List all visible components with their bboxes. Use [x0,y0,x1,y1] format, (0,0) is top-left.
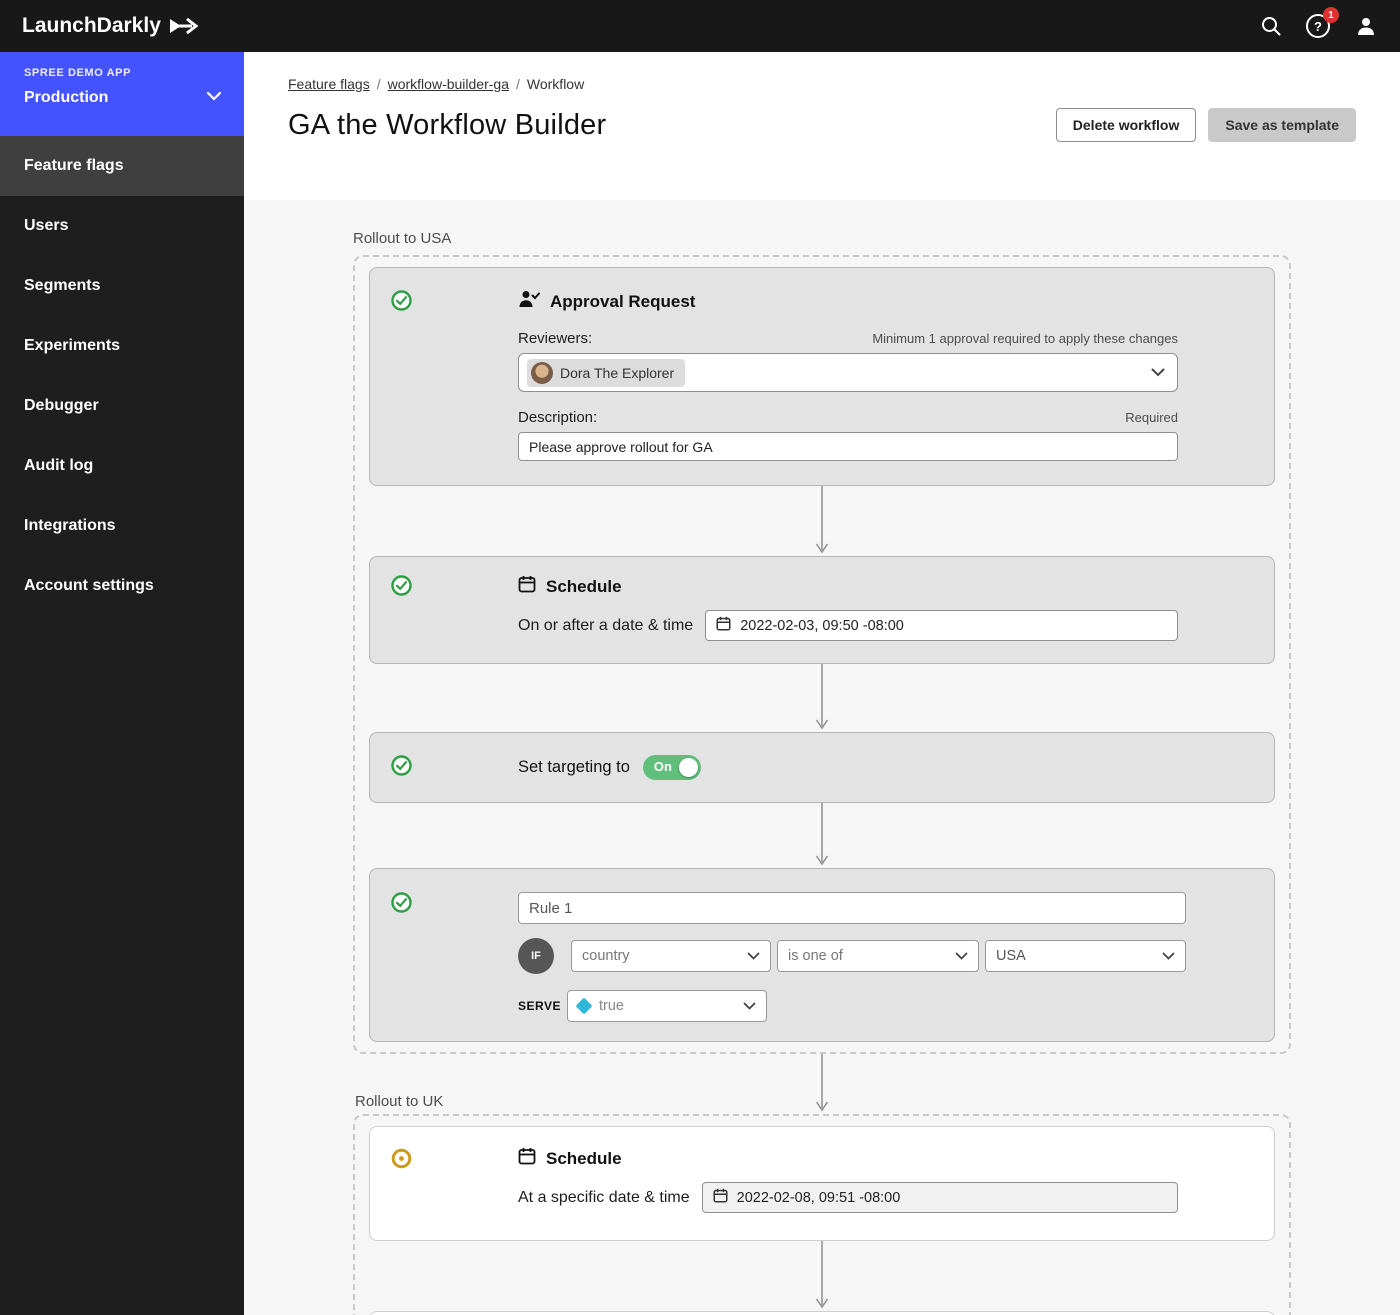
set-targeting-card[interactable]: Set targeting to On [369,732,1275,803]
breadcrumb-separator: / [376,76,381,92]
sidebar-item-segments[interactable]: Segments [0,256,244,316]
rule-attribute-value: country [582,948,630,964]
step-complete-check-icon [391,754,412,781]
workflow-connector-arrow [369,664,1275,732]
schedule-card-usa[interactable]: Schedule On or after a date & time 2022-… [369,556,1275,664]
sidebar-item-account-settings[interactable]: Account settings [0,556,244,616]
launchdarkly-logo-text: LaunchDarkly [22,14,161,37]
stage-container-usa: Approval Request Reviewers: Minimum 1 ap… [353,255,1291,1054]
rule-values-dropdown[interactable]: USA [985,940,1186,972]
rule-operator-value: is one of [788,948,843,964]
set-targeting-label: Set targeting to [518,758,630,776]
page-title: GA the Workflow Builder [288,108,607,141]
rule-name-input[interactable] [518,892,1186,924]
workflow-connector-arrow [369,1241,1275,1311]
chevron-down-icon [1162,948,1175,964]
search-icon[interactable] [1260,15,1282,37]
calendar-icon [716,616,731,635]
step-complete-check-icon [391,290,412,315]
launchdarkly-arrow-icon [168,14,200,38]
sidebar-item-feature-flags[interactable]: Feature flags [0,136,244,196]
rule-values-value: USA [996,948,1026,964]
variation-diamond-icon [575,997,593,1015]
rule-attribute-dropdown[interactable]: country [571,940,771,972]
serve-variation-dropdown[interactable]: true [567,990,767,1022]
step-complete-check-icon [391,892,412,917]
toggle-knob [678,758,698,777]
breadcrumb-workflow-builder-ga[interactable]: workflow-builder-ga [388,76,509,92]
user-account-icon[interactable] [1354,14,1378,38]
save-as-template-button[interactable]: Save as template [1208,108,1356,142]
description-label: Description: [518,409,598,426]
schedule-title: Schedule [546,1148,622,1168]
schedule-card-uk[interactable]: Schedule At a specific date & time 2022-… [369,1126,1275,1241]
reviewer-avatar [531,361,553,384]
if-badge: IF [518,938,554,974]
schedule-condition-label: At a specific date & time [518,1188,690,1206]
sidebar-item-users[interactable]: Users [0,196,244,256]
page-header: Feature flags / workflow-builder-ga / Workfl… [244,52,1400,200]
workflow-connector-arrow [815,1054,829,1112]
reviewer-chip: Dora The Explorer [527,358,686,387]
approval-request-card[interactable]: Approval Request Reviewers: Minimum 1 ap… [369,267,1275,486]
schedule-condition-label: On or after a date & time [518,616,694,634]
stage-gap: Rollout to UK [353,1054,1291,1114]
chevron-down-icon [1151,364,1165,382]
schedule-datetime-input-usa[interactable]: 2022-02-03, 09:50 -08:00 [705,610,1178,641]
sidebar-item-integrations[interactable]: Integrations [0,496,244,556]
calendar-icon [518,1147,536,1170]
calendar-icon [518,575,536,598]
min-approval-note: Minimum 1 approval required to apply the… [872,331,1178,346]
project-environment-switcher[interactable]: SPREE DEMO APP Production [0,52,244,136]
delete-workflow-button[interactable]: Delete workflow [1055,108,1197,142]
serve-variation-value: true [599,998,624,1014]
breadcrumb-separator: / [516,76,520,92]
serve-label: SERVE [518,999,561,1013]
workflow-canvas: Rollout to USA Approval Request Reviewer… [244,200,1400,1315]
approval-person-check-icon [518,290,540,313]
stage-container-uk: Schedule At a specific date & time 2022-… [353,1114,1291,1315]
rule-operator-dropdown[interactable]: is one of [777,940,979,972]
project-name: SPREE DEMO APP [24,67,132,79]
approval-description-input[interactable] [518,432,1178,461]
sidebar-item-debugger[interactable]: Debugger [0,376,244,436]
calendar-icon [713,1188,728,1207]
schedule-datetime-input-uk[interactable]: 2022-02-08, 09:51 -08:00 [701,1182,1178,1213]
reviewer-name: Dora The Explorer [560,364,675,381]
reviewers-label: Reviewers: [518,330,593,347]
workflow-connector-arrow [369,486,1275,556]
help-icon[interactable]: ? 1 [1306,7,1339,38]
breadcrumb-current: Workflow [526,76,585,92]
sidebar-item-audit-log[interactable]: Audit log [0,436,244,496]
workflow-card-partial[interactable] [369,1311,1275,1315]
sidebar-item-experiments[interactable]: Experiments [0,316,244,376]
breadcrumb: Feature flags / workflow-builder-ga / Workfl… [288,76,1356,92]
reviewers-select[interactable]: Dora The Explorer [518,353,1178,392]
top-bar: LaunchDarkly ? 1 [0,0,1400,52]
environment-name: Production [24,89,109,106]
stage-label-rollout-uk: Rollout to UK [355,1093,444,1110]
targeting-toggle[interactable]: On [642,755,701,780]
chevron-down-icon [955,948,968,964]
rule-card[interactable]: IF country is one of USA [369,868,1275,1042]
sidebar: SPREE DEMO APP Production Feature flags … [0,52,244,1315]
required-note: Required [1125,410,1178,425]
step-complete-check-icon [391,575,412,600]
toggle-on-label: On [653,759,672,774]
launchdarkly-logo[interactable]: LaunchDarkly [22,14,200,38]
step-pending-icon [391,1148,412,1173]
chevron-down-icon [743,998,756,1014]
chevron-down-icon [747,948,760,964]
stage-label-rollout-usa: Rollout to USA [353,230,452,247]
main-content: Feature flags / workflow-builder-ga / Workfl… [244,52,1400,1315]
notification-badge: 1 [1323,7,1339,23]
approval-request-title: Approval Request [550,291,696,311]
schedule-datetime-value: 2022-02-08, 09:51 -08:00 [736,1189,901,1206]
workflow-connector-arrow [369,803,1275,868]
chevron-down-icon [206,88,222,106]
schedule-datetime-value: 2022-02-03, 09:50 -08:00 [740,617,904,634]
breadcrumb-feature-flags[interactable]: Feature flags [288,76,370,92]
schedule-title: Schedule [546,576,622,596]
